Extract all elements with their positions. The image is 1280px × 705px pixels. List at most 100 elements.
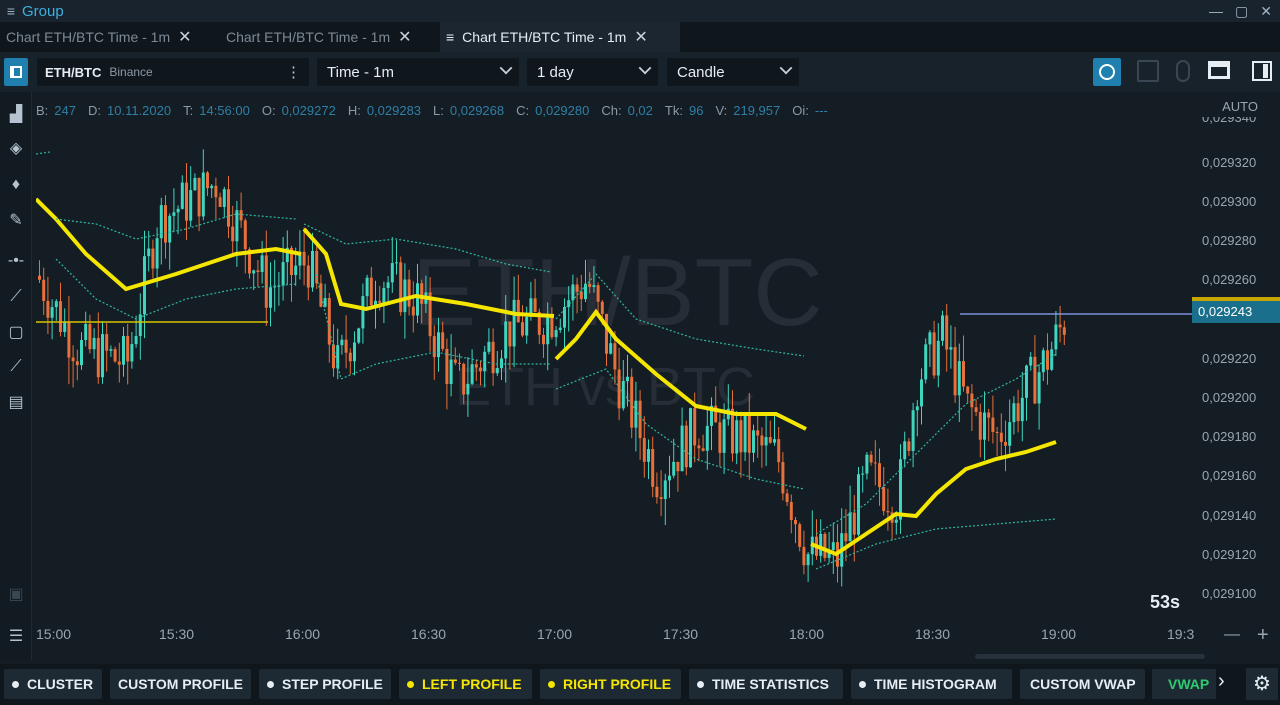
candle-body (500, 358, 503, 369)
candle-body (672, 461, 676, 476)
button-label: CUSTOM PROFILE (118, 676, 243, 692)
candlestick-chart[interactable] (36, 124, 1192, 620)
zoom-out-button[interactable]: — (1224, 626, 1240, 644)
step-profile-button[interactable]: STEP PROFILE (259, 669, 391, 699)
indicators-icon[interactable]: ▟ (5, 104, 27, 126)
zoom-in-button[interactable]: + (1257, 624, 1269, 647)
tab-close-icon[interactable]: ✕ (398, 27, 411, 47)
candle-body (974, 407, 978, 412)
ohlc-info-bar: B: 247 D: 10.11.2020 T: 14:56:00 O: 0,029272… (36, 96, 840, 124)
time-histogram-button[interactable]: TIME HISTOGRAM (851, 669, 1012, 699)
button-label: VWAP (1168, 676, 1210, 692)
trash-icon[interactable]: ▣ (5, 584, 27, 606)
candle-body (386, 282, 390, 288)
candle-body (701, 448, 705, 451)
candle-body (651, 449, 655, 487)
chart-type-value: Candle (677, 63, 725, 81)
pencil-icon[interactable]: ✎ (5, 210, 27, 232)
chart-trader-button[interactable] (1093, 58, 1121, 86)
candle-body (311, 250, 314, 288)
price-tick-label: 0,029320 (1202, 155, 1257, 170)
right-profile-button[interactable]: RIGHT PROFILE (540, 669, 681, 699)
candle-body (903, 441, 907, 460)
candle-body (613, 343, 617, 370)
candle-body (588, 283, 592, 288)
grid-layout-icon[interactable] (1137, 60, 1159, 82)
more-icon[interactable]: ⋮ (286, 63, 301, 81)
left-profile-button[interactable]: LEFT PROFILE (399, 669, 532, 699)
tab-close-icon[interactable]: ✕ (634, 27, 647, 47)
candle-body (407, 279, 411, 307)
candle-body (491, 341, 495, 374)
candle-body (105, 334, 109, 351)
candle-body (197, 177, 201, 217)
tab-chart-3-active[interactable]: ≡ Chart ETH/BTC Time - 1m ✕ (440, 22, 680, 52)
candle-body (819, 533, 823, 556)
price-tick-label: 0,029300 (1202, 194, 1257, 209)
cluster-button[interactable]: CLUSTER (4, 669, 102, 699)
candle-body (71, 357, 75, 362)
status-dot (697, 680, 704, 688)
scroll-right-icon[interactable]: › (1218, 670, 1225, 693)
info-change: Ch: 0,02 (601, 102, 653, 118)
candle-body (92, 337, 96, 350)
candle-body (218, 197, 222, 207)
custom-vwap-button[interactable]: CUSTOM VWAP (1020, 669, 1145, 699)
range-select[interactable]: 1 day (527, 58, 658, 86)
trend-line-icon[interactable]: ⟋ (5, 286, 27, 308)
menu-icon[interactable]: ≡ (0, 3, 22, 19)
candle-body (378, 300, 382, 303)
info-ticks: Tk: 96 (664, 102, 704, 118)
candle-body (340, 339, 344, 346)
layers-icon[interactable]: ◈ (5, 138, 27, 160)
horizontal-scrollbar[interactable] (975, 654, 1205, 659)
tab-chart-2[interactable]: Chart ETH/BTC Time - 1m ✕ (220, 22, 440, 52)
timeframe-select[interactable]: Time - 1m (317, 58, 519, 86)
candle-body (1004, 442, 1007, 446)
ruler-icon[interactable]: ⟋ (5, 356, 27, 378)
candle-body (88, 323, 92, 350)
candle-body (647, 449, 650, 462)
candle-body (533, 298, 537, 312)
close-icon[interactable]: ✕ (1260, 3, 1272, 20)
candle-body (831, 542, 835, 550)
candle-body (185, 182, 188, 221)
time-statistics-button[interactable]: TIME STATISTICS (689, 669, 843, 699)
horizontal-line-icon[interactable]: -•- (5, 250, 27, 272)
settings-gear-icon[interactable]: ⚙ (1246, 668, 1278, 700)
mouse-icon[interactable] (1176, 60, 1190, 82)
vwap-button[interactable]: VWAP (1152, 669, 1216, 699)
candle-body (705, 425, 709, 451)
rectangle-icon[interactable]: ▢ (5, 322, 27, 344)
custom-profile-button[interactable]: CUSTOM PROFILE (110, 669, 251, 699)
maximize-icon[interactable]: ▢ (1235, 3, 1248, 20)
candle-body (403, 279, 407, 313)
panel-icon (10, 66, 22, 78)
candle-body (668, 475, 671, 481)
candle-body (164, 205, 167, 243)
vwap-band-fragment (36, 151, 51, 155)
template-icon[interactable] (1208, 61, 1230, 79)
candle-body (416, 283, 419, 316)
auto-scale-label[interactable]: AUTO (1222, 99, 1258, 114)
minimize-icon[interactable]: — (1209, 3, 1223, 19)
time-tick-label: 16:30 (411, 626, 447, 642)
tab-chart-1[interactable]: Chart ETH/BTC Time - 1m ✕ (0, 22, 220, 52)
sidebar-toggle-icon[interactable] (1252, 61, 1272, 81)
chart-type-select[interactable]: Candle (667, 58, 799, 86)
candle-body (281, 262, 285, 286)
tab-close-icon[interactable]: ✕ (178, 27, 191, 47)
candle-body (752, 430, 755, 453)
panel-toggle-button[interactable] (4, 58, 28, 86)
tab-menu-icon[interactable]: ≡ (446, 29, 454, 45)
candle-body (516, 299, 520, 323)
candle-body (432, 336, 436, 358)
alert-bell-icon[interactable]: ♦ (5, 174, 27, 196)
candle-body (474, 364, 478, 368)
candle-body (235, 210, 239, 242)
symbol-selector[interactable]: ETH/BTC Binance ⋮ (37, 58, 309, 86)
template-tool-icon[interactable]: ▤ (5, 392, 27, 414)
candle-body (420, 283, 424, 304)
list-icon[interactable]: ☰ (5, 626, 27, 648)
candle-body (542, 334, 545, 345)
